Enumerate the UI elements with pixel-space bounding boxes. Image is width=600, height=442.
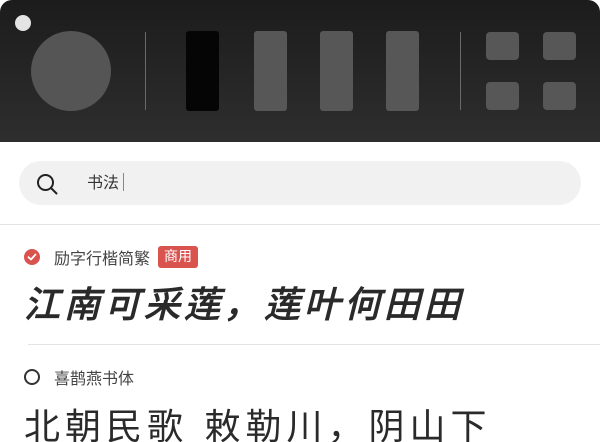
font-name: 喜鹊燕书体 — [54, 369, 135, 388]
toolbar-divider — [145, 32, 146, 110]
text-caret — [123, 173, 125, 191]
grid-square-button-2[interactable] — [543, 32, 576, 60]
search-input[interactable]: 书法 — [19, 161, 581, 205]
checked-icon[interactable] — [24, 249, 40, 265]
weight-bar-button-2[interactable] — [254, 31, 287, 111]
grid-square-button-1[interactable] — [486, 32, 519, 60]
font-item-header[interactable]: 励字行楷简繁 商用 — [24, 245, 199, 269]
search-value[interactable]: 书法 — [87, 172, 125, 194]
weight-bar-button-3[interactable] — [320, 31, 353, 111]
font-name: 励字行楷简繁 — [54, 249, 151, 268]
weight-bar-button-4[interactable] — [386, 31, 419, 111]
section-divider — [0, 224, 600, 225]
commercial-badge: 商用 — [158, 246, 199, 268]
search-icon — [37, 174, 58, 195]
grid-square-button-4[interactable] — [543, 82, 576, 110]
grid-square-button-3[interactable] — [486, 82, 519, 110]
font-preview-text: 江南可采莲，莲叶何田田 — [24, 284, 465, 326]
window-dot-icon[interactable] — [15, 15, 31, 31]
font-preview-text: 北朝民歌 敕勒川，阴山下 — [24, 407, 492, 442]
weight-bar-button-active[interactable] — [186, 31, 219, 111]
font-item-header[interactable]: 喜鹊燕书体 — [24, 365, 134, 389]
list-divider — [28, 344, 600, 345]
toolbar-divider — [460, 32, 461, 110]
unchecked-radio-icon[interactable] — [24, 369, 40, 385]
font-size-circle-button[interactable] — [31, 31, 111, 111]
font-toolbar — [0, 0, 600, 142]
